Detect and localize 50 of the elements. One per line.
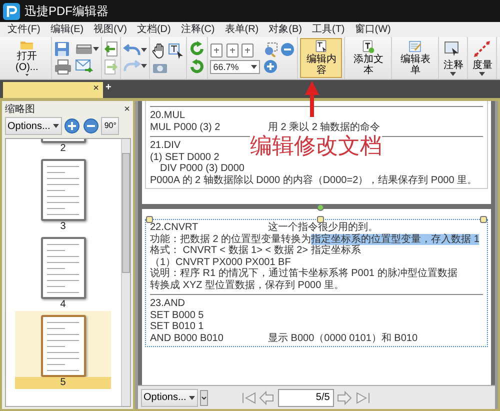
tab-close-button[interactable]: × xyxy=(93,82,99,98)
text-line: 显示 B000（0000 0101）和 B010 xyxy=(268,332,418,344)
window-title: 迅捷PDF编辑器 xyxy=(24,3,108,20)
toolbar-button[interactable]: 编辑表单 xyxy=(394,38,436,78)
new-tab-button[interactable]: + xyxy=(106,80,112,95)
text-line: 格式： CNVRT < 数据 1> < 数据 2> 指定坐标系 xyxy=(150,245,361,256)
menu-item[interactable]: 对象(B) xyxy=(264,22,307,37)
text-line: 转换成 XYZ 型位置数据，保存到 P000 里。 xyxy=(150,280,344,291)
text-line: 22.CNVRT xyxy=(150,222,200,234)
page-number: 4 xyxy=(60,298,66,310)
page-field[interactable]: 5/5 xyxy=(278,388,334,406)
text-line: 23.AND xyxy=(150,298,186,310)
text-line: SET B000 5 xyxy=(150,310,204,321)
open-button[interactable]: 打开(O)... xyxy=(4,38,50,78)
annotation-text: 编辑修改文档 xyxy=(250,134,382,158)
toolbar-button[interactable]: 注释 xyxy=(441,38,466,78)
page-number: 5 xyxy=(15,376,111,388)
text-line: （1）CNVRT PX000 PX001 BF xyxy=(150,256,291,268)
toolbar-button[interactable]: 编辑内容 xyxy=(300,38,342,78)
text-line: 说明：程序 R1 的情况下，通过笛卡坐标系将 P001 的脉冲型位置数据 xyxy=(150,268,458,280)
rotate-button[interactable]: 90° xyxy=(101,117,120,135)
text-line: 21.DIV xyxy=(150,140,181,152)
text-line: AND B000 B010 xyxy=(150,332,224,344)
menu-item[interactable]: 注释(C) xyxy=(176,22,220,37)
text-line: MUL P000 (3) 2 xyxy=(150,122,222,133)
text-line: DIV P000 (3) D000 xyxy=(160,163,244,174)
document-tab[interactable]: × xyxy=(3,82,103,98)
text-line: 功能：把数据 2 的位置型变量转换为指定坐标系的位置型变量，存入数据 1 xyxy=(150,234,480,244)
options-dropdown[interactable]: Options... xyxy=(140,388,198,406)
page-number: 2 xyxy=(60,142,66,154)
text-line: P000A 的 2 轴数据除以 D000 的内容（D000=2），结果保存到 P000 里。 xyxy=(150,174,478,186)
options-dropdown[interactable]: Options... xyxy=(4,117,62,135)
text-line: (1) SET D000 2 xyxy=(150,152,220,163)
text-line: 这一个指令很少用的到。 xyxy=(268,222,378,234)
toolbar-button[interactable]: 度量 xyxy=(470,38,494,78)
close-button[interactable]: × xyxy=(124,102,130,116)
zoom-select[interactable]: 66.7% xyxy=(210,60,260,74)
menu-item[interactable]: 工具(T) xyxy=(306,22,350,37)
menu-item[interactable]: 文件(F) xyxy=(2,22,46,37)
page-number: 3 xyxy=(60,220,66,232)
menu-item[interactable]: 窗口(W) xyxy=(350,22,396,37)
text-line: SET B010 1 xyxy=(150,321,204,332)
menu-item[interactable]: 表单(R) xyxy=(220,22,264,37)
text-line: 用 2 乘以 2 轴数据的命令 xyxy=(268,122,380,133)
panel-title: 缩略图 xyxy=(5,102,35,116)
text-line: 20.MUL xyxy=(150,110,186,122)
toolbar-button[interactable]: 添加文本 xyxy=(347,38,390,78)
menu-item[interactable]: 编辑(E) xyxy=(45,22,89,37)
menu-item[interactable]: 文档(D) xyxy=(132,22,176,37)
menu-item[interactable]: 视图(V) xyxy=(88,22,132,37)
